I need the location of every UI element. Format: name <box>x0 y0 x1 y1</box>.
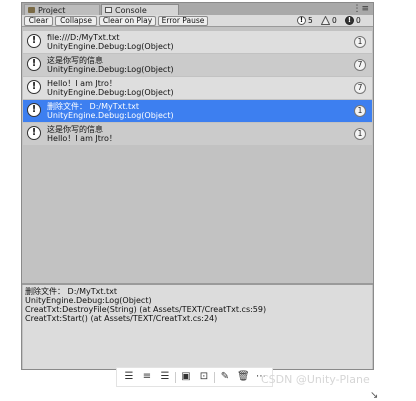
collapse-count-badge: 7 <box>354 59 366 71</box>
info-count: 5 <box>308 16 313 25</box>
log-message: file:///D:/MyTxt.txt <box>47 33 120 42</box>
delete-trash-icon[interactable]: 🗑 <box>237 371 250 383</box>
warning-icon <box>320 15 331 25</box>
crop-icon[interactable]: ⊡ <box>198 371 210 383</box>
collapse-button[interactable]: Collapse <box>55 16 97 26</box>
collapse-count-badge: 1 <box>354 105 366 117</box>
toolbar-separator <box>175 372 176 383</box>
log-entry-selected[interactable]: ! 删除文件： D:/MyTxt.txt UnityEngine.Debug:L… <box>23 100 372 122</box>
tab-console-label: Console <box>115 6 147 15</box>
tab-project-label: Project <box>38 6 66 15</box>
formatting-toolbar: ☰ ≡ ☰ ▣ ⊡ ✎ 🗑 ⋯ <box>116 367 273 387</box>
window-menu-icon[interactable]: ⋮≡ <box>352 4 369 14</box>
clear-button[interactable]: Clear <box>24 16 53 26</box>
log-entry[interactable]: ! 这是你写的信息 Hello！I am Jtro！ 1 <box>23 123 372 145</box>
log-source: UnityEngine.Debug:Log(Object) <box>47 65 174 74</box>
console-icon <box>105 7 112 13</box>
error-filter-toggle[interactable]: ! 0 <box>345 16 378 26</box>
align-center-icon[interactable]: ≡ <box>141 371 153 383</box>
collapse-count-badge: 7 <box>354 82 366 94</box>
info-icon: ! <box>27 34 41 48</box>
resize-handle-icon[interactable]: ↘ <box>370 391 378 401</box>
console-toolbar: Clear Collapse Clear on Play Error Pause… <box>22 15 373 27</box>
log-list[interactable]: ! file:///D:/MyTxt.txt UnityEngine.Debug… <box>23 27 372 283</box>
error-pause-button[interactable]: Error Pause <box>158 16 208 26</box>
info-icon: ! <box>297 16 306 25</box>
collapse-count-badge: 1 <box>354 36 366 48</box>
log-source: Hello！I am Jtro！ <box>47 134 117 143</box>
info-icon: ! <box>27 103 41 117</box>
log-entry[interactable]: ! 这是你写的信息 UnityEngine.Debug:Log(Object) … <box>23 54 372 76</box>
align-right-icon[interactable]: ☰ <box>159 371 171 383</box>
detail-line: CreatTxt:Start() (at Assets/TEXT/CreatTx… <box>25 314 218 323</box>
watermark-text: CSDN @Unity-Plane <box>261 373 370 386</box>
log-entry[interactable]: ! Hello！I am Jtro！ UnityEngine.Debug:Log… <box>23 77 372 99</box>
log-message: 这是你写的信息 <box>47 56 103 65</box>
info-icon: ! <box>27 57 41 71</box>
info-icon: ! <box>27 126 41 140</box>
frame-icon[interactable]: ▣ <box>180 371 192 383</box>
log-source: UnityEngine.Debug:Log(Object) <box>47 88 174 97</box>
log-message: 删除文件： D:/MyTxt.txt <box>47 102 140 111</box>
detail-line: 删除文件： D:/MyTxt.txt <box>25 287 118 296</box>
info-icon: ! <box>27 80 41 94</box>
align-left-icon[interactable]: ☰ <box>123 371 135 383</box>
stack-trace-panel[interactable]: 删除文件： D:/MyTxt.txt UnityEngine.Debug:Log… <box>23 285 372 369</box>
clear-on-play-button[interactable]: Clear on Play <box>99 16 156 26</box>
collapse-count-badge: 1 <box>354 128 366 140</box>
detail-line: UnityEngine.Debug:Log(Object) <box>25 296 152 305</box>
tab-console[interactable]: Console <box>101 4 179 15</box>
toolbar-separator <box>214 372 215 383</box>
log-message: 这是你写的信息 <box>47 125 103 134</box>
log-source: UnityEngine.Debug:Log(Object) <box>47 111 174 120</box>
log-entry[interactable]: ! file:///D:/MyTxt.txt UnityEngine.Debug… <box>23 31 372 53</box>
error-icon: ! <box>345 16 354 25</box>
tab-project[interactable]: Project <box>24 4 100 15</box>
log-message: Hello！I am Jtro！ <box>47 79 117 88</box>
warning-count: 0 <box>332 16 337 25</box>
error-count: 0 <box>356 16 361 25</box>
log-source: UnityEngine.Debug:Log(Object) <box>47 42 174 51</box>
tab-bar: Project Console ⋮≡ <box>22 3 373 15</box>
console-window: Project Console ⋮≡ Clear Collapse Clear … <box>21 2 374 370</box>
edit-pencil-icon[interactable]: ✎ <box>219 371 231 383</box>
detail-line: CreatTxt:DestroyFile(String) (at Assets/… <box>25 305 267 314</box>
folder-icon <box>28 7 35 13</box>
